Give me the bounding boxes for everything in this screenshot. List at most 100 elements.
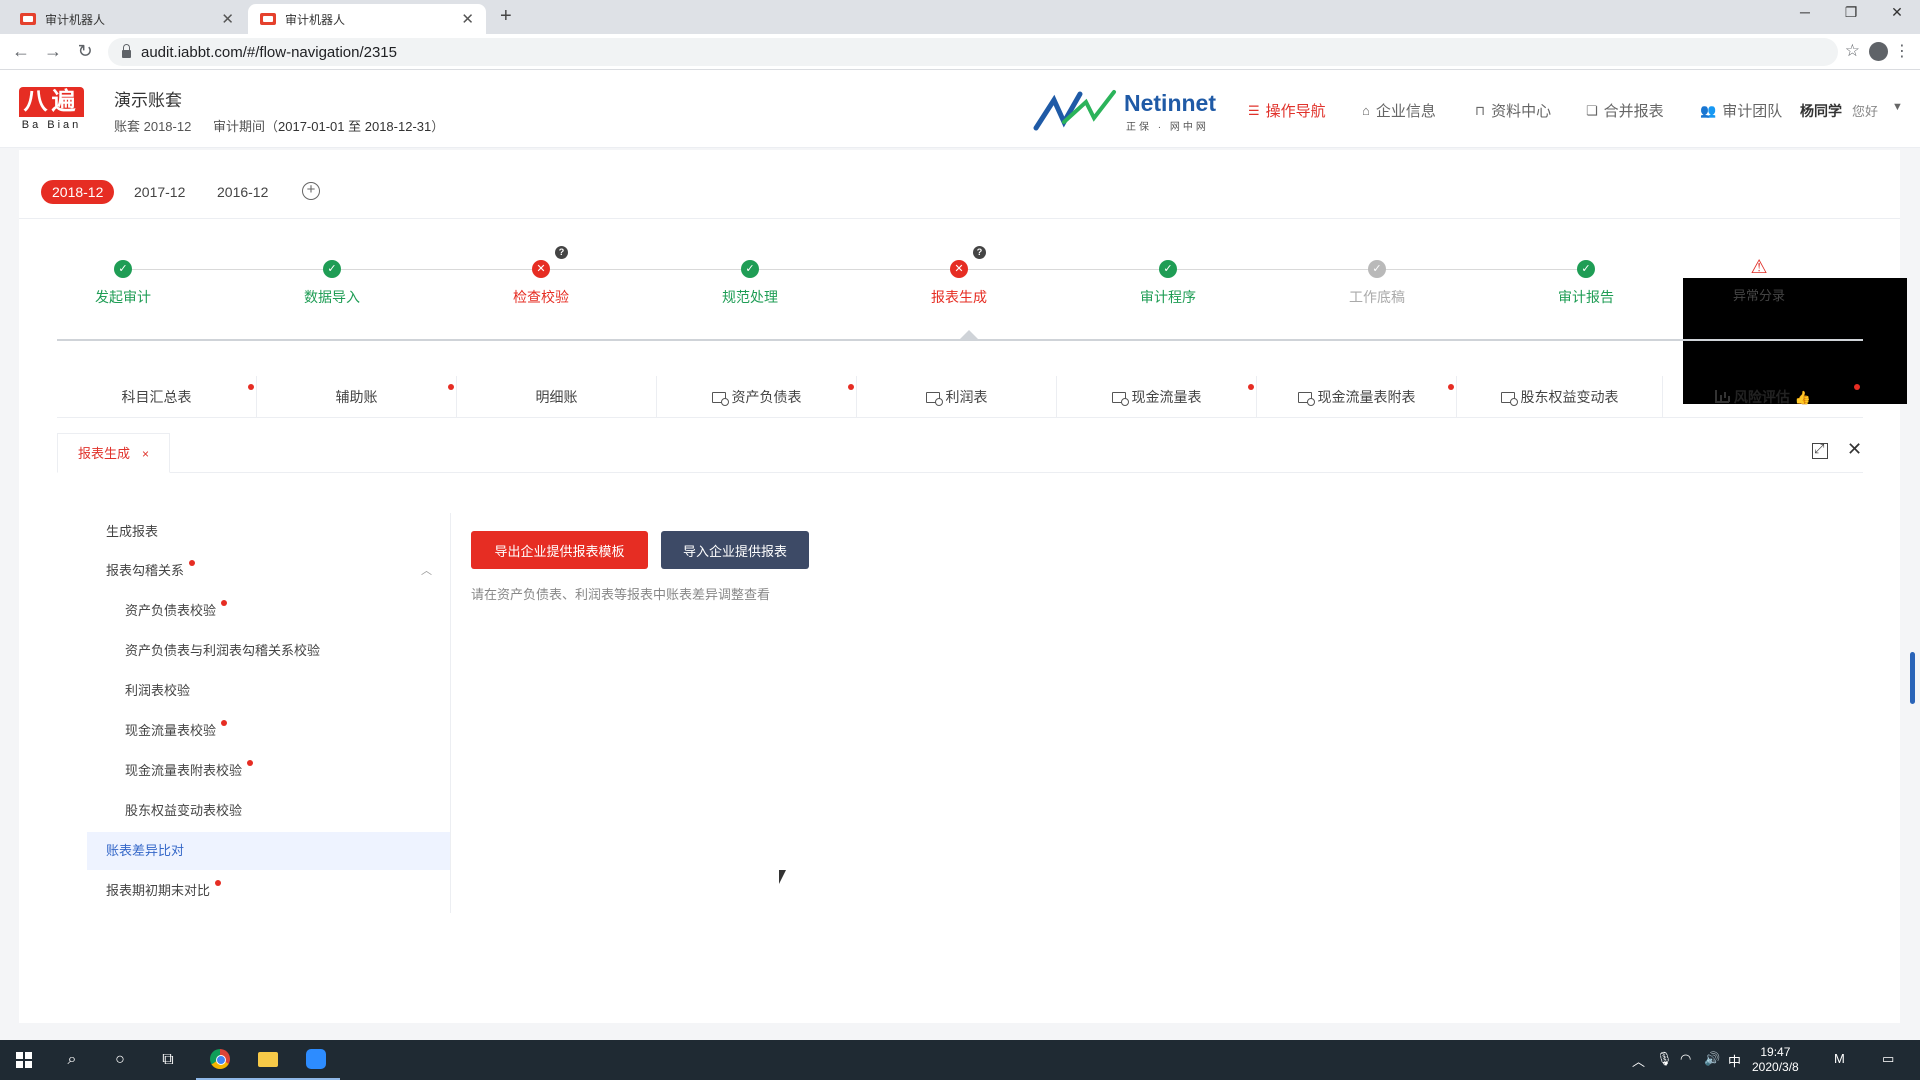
close-icon[interactable]: × [142,447,149,461]
tree-item-cashflow-supplement-check[interactable]: 现金流量表附表校验 [87,752,450,790]
browser-tab-bar: 审计机器人 ✕ 审计机器人 ✕ + ─ ❐ ✕ [0,0,1920,34]
profile-avatar-icon[interactable] [1869,42,1888,61]
nav-resource-center[interactable]: ⊓ 资料中心 [1475,100,1551,121]
tree-item-balance-check[interactable]: 资产负债表校验 [87,592,450,630]
ime-app-icon[interactable]: M [1834,1051,1845,1066]
tab-income-statement[interactable]: 利润表 [857,376,1057,418]
hint-text: 请在资产负债表、利润表等报表中账表差异调整查看 [471,587,771,602]
netinnet-wave-icon [1033,90,1116,131]
import-report-button[interactable]: 导入企业提供报表 [661,531,809,569]
help-icon[interactable]: ? [973,246,986,259]
cortana-icon[interactable]: ○ [96,1040,144,1080]
check-icon: ✓ [1159,260,1177,278]
file-explorer-icon[interactable] [244,1040,292,1080]
tab-risk-assessment[interactable]: 风险评估 👍 [1663,376,1863,418]
fullscreen-icon[interactable] [1812,441,1828,459]
tab-equity-changes[interactable]: 股东权益变动表 [1457,376,1663,418]
export-template-button[interactable]: 导出企业提供报表模板 [471,531,648,569]
more-menu-icon[interactable]: ⋮ [1894,41,1910,61]
microphone-icon[interactable]: 🎙 [1656,1051,1673,1067]
step-working-papers[interactable]: ✓ 工作底稿 [1317,260,1437,307]
tab-account-summary[interactable]: 科目汇总表 [57,376,257,418]
add-period-icon[interactable]: + [302,182,320,200]
bookmark-star-icon[interactable]: ☆ [1845,41,1860,61]
period-tab-2017[interactable]: 2017-12 [123,180,196,204]
zoom-app-icon[interactable] [292,1040,340,1080]
nav-company-info[interactable]: ⌂ 企业信息 [1362,100,1436,121]
wifi-icon[interactable]: ◠ [1680,1051,1691,1067]
url-input[interactable]: audit.iabbt.com/#/flow-navigation/2315 [108,38,1838,66]
windows-start-icon[interactable] [0,1040,48,1080]
forward-icon[interactable]: → [42,41,64,62]
restore-icon[interactable]: ❐ [1836,4,1866,21]
babian-logo[interactable]: 八遍 Ba Bian [19,87,84,135]
tree-item-generate-report[interactable]: 生成报表 [87,513,450,551]
step-audit-report[interactable]: ✓ 审计报告 [1526,260,1646,307]
step-check-validate[interactable]: ✕ 检查校验 [481,260,601,307]
browser-tab-title: 审计机器人 [45,12,106,27]
user-greeting[interactable]: 您好 [1852,101,1878,120]
close-icon[interactable]: ✕ [461,10,474,28]
tree-item-balance-income-check[interactable]: 资产负债表与利润表勾稽关系校验 [87,632,450,670]
step-start-audit[interactable]: ✓ 发起审计 [63,260,183,307]
scroll-indicator[interactable] [1910,652,1915,704]
tab-auxiliary-ledger[interactable]: 辅助账 [257,376,457,418]
check-icon: ✓ [741,260,759,278]
browser-tab-2[interactable]: 审计机器人 ✕ [248,4,486,34]
report-search-icon [1297,392,1315,406]
user-name[interactable]: 杨同学 [1800,101,1842,121]
tab-detail-ledger[interactable]: 明细账 [457,376,657,418]
back-icon[interactable]: ← [10,41,32,62]
step-abnormal-entries[interactable]: ⚠ 异常分录 [1699,258,1819,304]
chevron-up-icon[interactable]: ︿ [421,552,432,590]
tree-item-report-relations[interactable]: 报表勾稽关系 ︿ [87,552,450,590]
tree-item-cashflow-check[interactable]: 现金流量表校验 [87,712,450,750]
tree-item-period-compare[interactable]: 报表期初期末对比 [87,872,450,910]
thumbs-up-icon: 👍 [1794,390,1812,405]
nav-consolidated[interactable]: ❏ 合并报表 [1586,100,1664,121]
ime-indicator[interactable]: 中 [1728,1051,1741,1070]
tray-chevron-up-icon[interactable]: ︿ [1632,1051,1645,1070]
tree-item-ledger-diff[interactable]: 账表差异比对 [87,832,450,870]
volume-icon[interactable]: 🔊 [1704,1051,1720,1067]
chrome-app-icon[interactable] [196,1040,244,1080]
tree-item-label: 报表勾稽关系 [106,563,185,578]
browser-tab-title: 审计机器人 [285,12,346,27]
tab-cash-flow-supplement[interactable]: 现金流量表附表 [1257,376,1457,418]
reload-icon[interactable]: ↻ [74,41,96,62]
close-icon[interactable]: ✕ [221,10,234,28]
caret-down-icon[interactable]: ▼ [1892,101,1903,113]
period-tab-2016[interactable]: 2016-12 [206,180,279,204]
help-icon[interactable]: ? [555,246,568,259]
step-audit-procedure[interactable]: ✓ 审计程序 [1108,260,1228,307]
notice-dot [848,384,854,390]
stepper-baseline [57,339,1863,341]
close-panel-icon[interactable]: ✕ [1847,439,1862,460]
nav-label: 合并报表 [1603,103,1664,120]
tab-cash-flow[interactable]: 现金流量表 [1057,376,1257,418]
content-tab-report-generate[interactable]: 报表生成 × [57,433,171,473]
step-report-generate[interactable]: ✕ 报表生成 [899,260,1019,307]
search-icon[interactable]: ⌕ [48,1040,96,1080]
tree-item-label: 资产负债表与利润表勾稽关系校验 [125,643,321,658]
period-tab-2018[interactable]: 2018-12 [41,180,115,204]
tab-balance-sheet[interactable]: 资产负债表 [657,376,857,418]
tree-item-equity-check[interactable]: 股东权益变动表校验 [87,792,450,830]
nav-operation[interactable]: ☰ 操作导航 [1248,100,1326,121]
partner-brand: Netinnet [1124,90,1216,116]
task-view-icon[interactable]: ⧉ [144,1040,192,1080]
main-card: 2018-12 2017-12 2016-12 + ✓ 发起审计 ✓ 数据导入 … [19,150,1907,1023]
window-close-icon[interactable]: ✕ [1882,4,1912,21]
error-x-icon: ✕ [950,260,968,278]
new-tab-icon[interactable]: + [500,5,512,28]
error-x-icon: ✕ [532,260,550,278]
notification-icon[interactable]: ▭ [1882,1051,1894,1067]
browser-tab-1[interactable]: 审计机器人 ✕ [8,4,246,34]
nav-audit-team[interactable]: 👥 审计团队 [1700,100,1782,121]
system-clock[interactable]: 19:47 2020/3/8 [1752,1045,1799,1075]
step-data-import[interactable]: ✓ 数据导入 [272,260,392,307]
minimize-icon[interactable]: ─ [1790,4,1820,20]
tree-item-income-check[interactable]: 利润表校验 [87,672,450,710]
tab-label: 资产负债表 [731,389,802,405]
step-normalize[interactable]: ✓ 规范处理 [690,260,810,307]
